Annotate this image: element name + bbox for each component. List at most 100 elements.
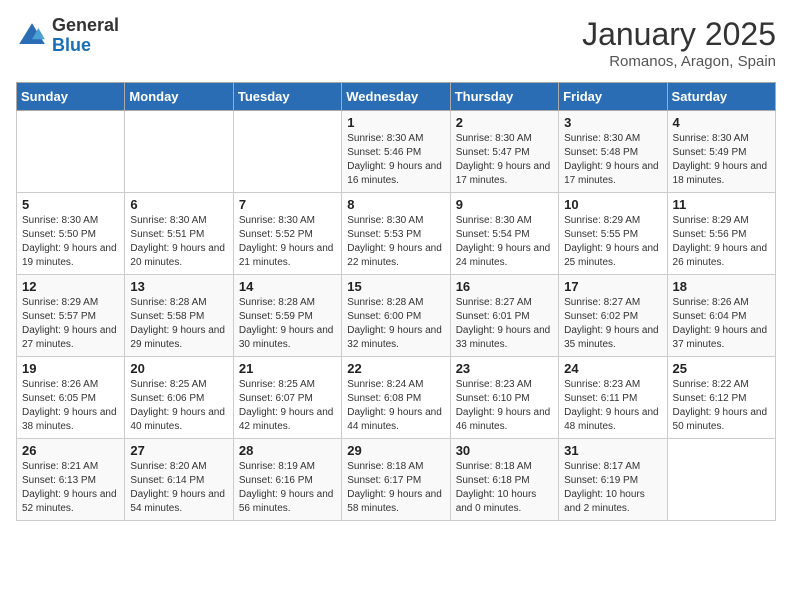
calendar-week-row: 19Sunrise: 8:26 AMSunset: 6:05 PMDayligh… <box>17 357 776 439</box>
day-info: Sunrise: 8:23 AMSunset: 6:11 PMDaylight:… <box>564 378 661 434</box>
calendar-day-cell: 3Sunrise: 8:30 AMSunset: 5:48 PMDaylight… <box>559 111 667 193</box>
day-number: 20 <box>130 361 227 376</box>
day-info: Sunrise: 8:30 AMSunset: 5:51 PMDaylight:… <box>130 214 227 270</box>
day-info: Sunrise: 8:28 AMSunset: 5:58 PMDaylight:… <box>130 296 227 352</box>
day-number: 21 <box>239 361 336 376</box>
calendar-day-cell: 23 Sunrise: 8:23 AMSunset: 6:10 PMDayligh… <box>450 357 558 439</box>
day-info: Sunrise: 8:28 AMSunset: 5:59 PMDaylight:… <box>239 296 336 352</box>
calendar-week-row: 12 Sunrise: 8:29 AMSunset: 5:57 PMDayligh… <box>17 275 776 357</box>
day-number: 4 <box>673 115 770 130</box>
calendar-day-cell: 22 Sunrise: 8:24 AMSunset: 6:08 PMDayligh… <box>342 357 450 439</box>
calendar-day-cell: 17Sunrise: 8:27 AMSunset: 6:02 PMDayligh… <box>559 275 667 357</box>
day-number: 29 <box>347 443 444 458</box>
calendar-day-cell: 5 Sunrise: 8:30 AMSunset: 5:50 PMDaylight… <box>17 193 125 275</box>
day-info: Sunrise: 8:29 AMSunset: 5:55 PMDaylight:… <box>564 214 661 270</box>
day-info: Sunrise: 8:29 AMSunset: 5:56 PMDaylight:… <box>673 214 770 270</box>
day-number: 6 <box>130 197 227 212</box>
calendar-header: SundayMondayTuesdayWednesdayThursdayFrid… <box>17 83 776 111</box>
day-info: Sunrise: 8:30 AMSunset: 5:49 PMDaylight:… <box>673 132 770 188</box>
calendar-day-cell: 9 Sunrise: 8:30 AMSunset: 5:54 PMDaylight… <box>450 193 558 275</box>
calendar-day-cell: 2 Sunrise: 8:30 AMSunset: 5:47 PMDaylight… <box>450 111 558 193</box>
calendar-day-cell: 10 Sunrise: 8:29 AMSunset: 5:55 PMDayligh… <box>559 193 667 275</box>
day-info: Sunrise: 8:22 AMSunset: 6:12 PMDaylight:… <box>673 378 770 434</box>
day-number: 18 <box>673 279 770 294</box>
day-of-week-header: Wednesday <box>342 83 450 111</box>
day-info: Sunrise: 8:19 AMSunset: 6:16 PMDaylight:… <box>239 460 336 516</box>
day-number: 11 <box>673 197 770 212</box>
logo: General Blue <box>16 16 119 56</box>
day-number: 30 <box>456 443 553 458</box>
calendar-week-row: 5 Sunrise: 8:30 AMSunset: 5:50 PMDaylight… <box>17 193 776 275</box>
calendar-week-row: 1Sunrise: 8:30 AMSunset: 5:46 PMDaylight… <box>17 111 776 193</box>
calendar-table: SundayMondayTuesdayWednesdayThursdayFrid… <box>16 82 776 521</box>
day-info: Sunrise: 8:24 AMSunset: 6:08 PMDaylight:… <box>347 378 444 434</box>
day-number: 26 <box>22 443 119 458</box>
calendar-day-cell: 1Sunrise: 8:30 AMSunset: 5:46 PMDaylight… <box>342 111 450 193</box>
day-number: 22 <box>347 361 444 376</box>
calendar-day-cell: 31Sunrise: 8:17 AMSunset: 6:19 PMDayligh… <box>559 439 667 521</box>
calendar-day-cell: 21 Sunrise: 8:25 AMSunset: 6:07 PMDayligh… <box>233 357 341 439</box>
day-info: Sunrise: 8:30 AMSunset: 5:47 PMDaylight:… <box>456 132 553 188</box>
day-of-week-header: Sunday <box>17 83 125 111</box>
day-of-week-header: Monday <box>125 83 233 111</box>
day-info: Sunrise: 8:28 AMSunset: 6:00 PMDaylight:… <box>347 296 444 352</box>
day-info: Sunrise: 8:25 AMSunset: 6:06 PMDaylight:… <box>130 378 227 434</box>
calendar-body: 1Sunrise: 8:30 AMSunset: 5:46 PMDaylight… <box>17 111 776 521</box>
calendar-day-cell: 8 Sunrise: 8:30 AMSunset: 5:53 PMDaylight… <box>342 193 450 275</box>
calendar-day-cell: 27Sunrise: 8:20 AMSunset: 6:14 PMDayligh… <box>125 439 233 521</box>
day-number: 5 <box>22 197 119 212</box>
calendar-subtitle: Romanos, Aragon, Spain <box>582 53 776 70</box>
day-number: 8 <box>347 197 444 212</box>
calendar-day-cell: 13Sunrise: 8:28 AMSunset: 5:58 PMDayligh… <box>125 275 233 357</box>
calendar-day-cell: 15 Sunrise: 8:28 AMSunset: 6:00 PMDayligh… <box>342 275 450 357</box>
logo-icon <box>16 20 48 52</box>
day-number: 10 <box>564 197 661 212</box>
calendar-day-cell: 7Sunrise: 8:30 AMSunset: 5:52 PMDaylight… <box>233 193 341 275</box>
day-info: Sunrise: 8:30 AMSunset: 5:50 PMDaylight:… <box>22 214 119 270</box>
logo-text: General Blue <box>52 16 119 56</box>
page-header: General Blue January 2025 Romanos, Arago… <box>16 16 776 70</box>
calendar-day-cell: 29 Sunrise: 8:18 AMSunset: 6:17 PMDayligh… <box>342 439 450 521</box>
calendar-day-cell: 30Sunrise: 8:18 AMSunset: 6:18 PMDayligh… <box>450 439 558 521</box>
day-of-week-header: Tuesday <box>233 83 341 111</box>
day-number: 24 <box>564 361 661 376</box>
calendar-day-cell: 24 Sunrise: 8:23 AMSunset: 6:11 PMDayligh… <box>559 357 667 439</box>
day-info: Sunrise: 8:27 AMSunset: 6:02 PMDaylight:… <box>564 296 661 352</box>
calendar-day-cell: 25Sunrise: 8:22 AMSunset: 6:12 PMDayligh… <box>667 357 775 439</box>
day-number: 16 <box>456 279 553 294</box>
logo-general: General <box>52 15 119 35</box>
day-info: Sunrise: 8:21 AMSunset: 6:13 PMDaylight:… <box>22 460 119 516</box>
title-block: January 2025 Romanos, Aragon, Spain <box>582 16 776 70</box>
day-info: Sunrise: 8:30 AMSunset: 5:53 PMDaylight:… <box>347 214 444 270</box>
day-number: 15 <box>347 279 444 294</box>
day-of-week-header: Saturday <box>667 83 775 111</box>
calendar-day-cell: 16 Sunrise: 8:27 AMSunset: 6:01 PMDayligh… <box>450 275 558 357</box>
day-info: Sunrise: 8:27 AMSunset: 6:01 PMDaylight:… <box>456 296 553 352</box>
calendar-day-cell <box>667 439 775 521</box>
day-of-week-header: Friday <box>559 83 667 111</box>
day-number: 9 <box>456 197 553 212</box>
day-number: 19 <box>22 361 119 376</box>
day-info: Sunrise: 8:25 AMSunset: 6:07 PMDaylight:… <box>239 378 336 434</box>
calendar-day-cell: 19Sunrise: 8:26 AMSunset: 6:05 PMDayligh… <box>17 357 125 439</box>
day-of-week-header: Thursday <box>450 83 558 111</box>
day-number: 2 <box>456 115 553 130</box>
calendar-week-row: 26 Sunrise: 8:21 AMSunset: 6:13 PMDayligh… <box>17 439 776 521</box>
logo-blue: Blue <box>52 35 91 55</box>
day-number: 23 <box>456 361 553 376</box>
day-info: Sunrise: 8:23 AMSunset: 6:10 PMDaylight:… <box>456 378 553 434</box>
day-info: Sunrise: 8:17 AMSunset: 6:19 PMDaylight:… <box>564 460 661 516</box>
day-info: Sunrise: 8:30 AMSunset: 5:54 PMDaylight:… <box>456 214 553 270</box>
calendar-day-cell: 28 Sunrise: 8:19 AMSunset: 6:16 PMDayligh… <box>233 439 341 521</box>
day-info: Sunrise: 8:30 AMSunset: 5:48 PMDaylight:… <box>564 132 661 188</box>
header-row: SundayMondayTuesdayWednesdayThursdayFrid… <box>17 83 776 111</box>
day-info: Sunrise: 8:18 AMSunset: 6:17 PMDaylight:… <box>347 460 444 516</box>
day-number: 12 <box>22 279 119 294</box>
day-info: Sunrise: 8:29 AMSunset: 5:57 PMDaylight:… <box>22 296 119 352</box>
calendar-day-cell: 20 Sunrise: 8:25 AMSunset: 6:06 PMDayligh… <box>125 357 233 439</box>
calendar-day-cell <box>17 111 125 193</box>
day-number: 28 <box>239 443 336 458</box>
day-number: 27 <box>130 443 227 458</box>
calendar-day-cell: 18Sunrise: 8:26 AMSunset: 6:04 PMDayligh… <box>667 275 775 357</box>
calendar-day-cell: 11 Sunrise: 8:29 AMSunset: 5:56 PMDayligh… <box>667 193 775 275</box>
